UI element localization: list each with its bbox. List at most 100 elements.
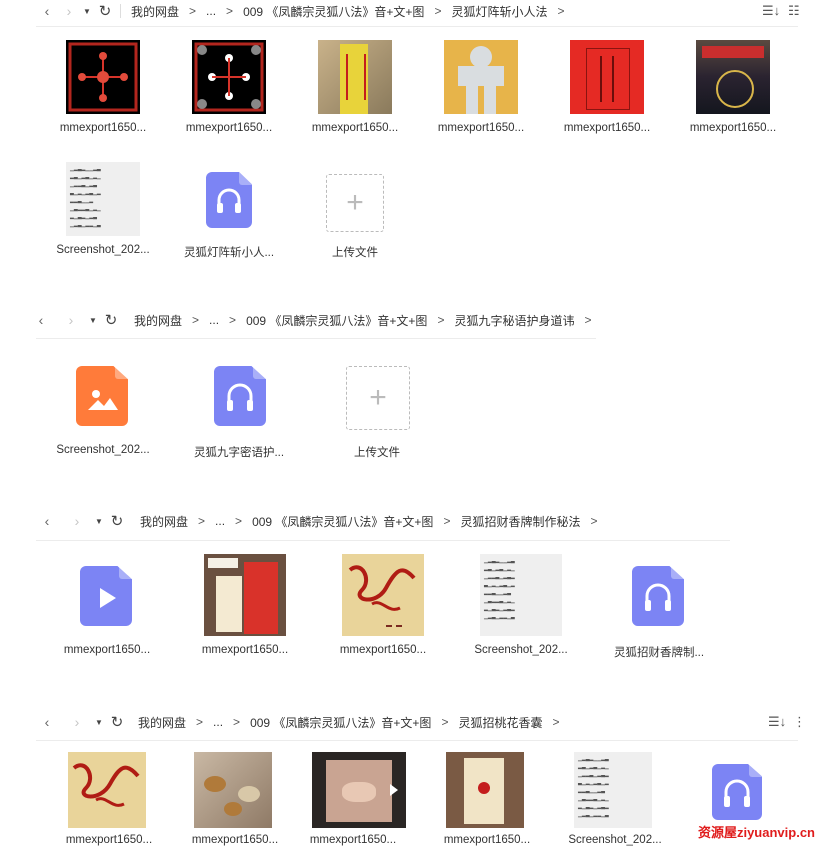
plus-icon[interactable]: +	[346, 366, 410, 430]
list-view-icon[interactable]: ☷	[788, 3, 800, 19]
upload-label: 上传文件	[354, 447, 400, 459]
breadcrumb-folder[interactable]: 009 《凤麟宗灵狐八法》音+文+图	[244, 312, 429, 329]
file-thumbnail: ▁▂▃▂▁▁▂▃ ▂▃▁▂▃▁▂▁ ▁▂▂▃▁▂▃▂ ▃▁▂▁▂▃▁▂ ▂▂▃▁▁▂▃ ▁…	[480, 554, 562, 636]
file-thumbnail	[312, 752, 406, 828]
file-tile[interactable]: mmexport1650...	[174, 38, 284, 148]
file-thumbnail: ▁▂▃▂▁▁▂▃ ▂▃▁▂▃▁▂▁ ▁▂▂▃▁▂▃▂ ▃▁▂▁▂▃▁▂ ▂▂▃▁▁▂▃ ▁…	[574, 752, 652, 828]
file-name: mmexport1650...	[443, 834, 531, 846]
breadcrumb-root[interactable]: 我的网盘	[138, 513, 190, 530]
breadcrumb-ellipsis[interactable]: ...	[204, 4, 218, 18]
video-file-icon	[80, 566, 132, 626]
breadcrumb-current[interactable]: 灵狐招桃花香囊	[456, 714, 544, 731]
file-tile[interactable]: mmexport1650...	[678, 38, 788, 148]
refresh-icon[interactable]: ↻	[106, 713, 128, 731]
file-tile[interactable]: Screenshot_202...	[48, 362, 158, 472]
file-thumbnail	[192, 40, 266, 114]
breadcrumb-folder[interactable]: 009 《凤麟宗灵狐八法》音+文+图	[248, 714, 433, 731]
file-tile[interactable]: mmexport1650...	[298, 750, 408, 850]
history-dropdown-icon[interactable]: ▼	[92, 517, 106, 526]
sort-icon[interactable]: ☰↓	[768, 714, 786, 730]
breadcrumb-ellipsis[interactable]: ...	[213, 514, 227, 528]
file-tile[interactable]: mmexport1650...	[190, 552, 300, 662]
forward-icon[interactable]: ›	[60, 312, 82, 328]
file-name: mmexport1650...	[191, 834, 279, 846]
upload-tile[interactable]: + 上传文件	[300, 160, 410, 270]
file-name: Screenshot_202...	[56, 444, 150, 456]
file-thumbnail	[446, 752, 524, 828]
file-tile[interactable]: mmexport1650...	[328, 552, 438, 662]
audio-file-icon	[712, 764, 762, 820]
refresh-icon[interactable]: ↻	[94, 2, 116, 20]
file-name: 灵狐灯阵斩小人...	[183, 247, 275, 259]
history-dropdown-icon[interactable]: ▼	[86, 316, 100, 325]
chevron-right-icon: >	[584, 313, 592, 327]
divider	[36, 26, 798, 27]
file-tile[interactable]: 灵狐九字密语护...	[184, 362, 294, 472]
chevron-right-icon: >	[557, 4, 565, 18]
file-tile[interactable]: mmexport1650...	[52, 552, 162, 662]
file-thumbnail	[570, 40, 644, 114]
back-icon[interactable]: ‹	[36, 714, 58, 730]
file-name: Screenshot_202...	[474, 644, 568, 656]
back-icon[interactable]: ‹	[36, 3, 58, 19]
breadcrumb-root[interactable]: 我的网盘	[129, 3, 181, 20]
file-name: mmexport1650...	[563, 122, 651, 134]
file-tile[interactable]: ▁▂▃▂▁▁▂▃ ▂▃▁▂▃▁▂▁ ▁▂▂▃▁▂▃▂ ▃▁▂▁▂▃▁▂ ▂▂▃▁▁▂▃ ▁…	[560, 750, 670, 850]
file-thumbnail	[66, 40, 140, 114]
file-thumbnail: ▁▂▃▂▁▁▂▃ ▂▃▁▂▃▁▂▁ ▁▂▂▃▁▂▃ ▃▁▂▁▂▃▁▂ ▂▂▃▁▁▂ ▁▃▂…	[66, 162, 140, 236]
refresh-icon[interactable]: ↻	[106, 512, 128, 530]
file-thumbnail	[444, 40, 518, 114]
back-icon[interactable]: ‹	[36, 513, 58, 529]
play-icon	[390, 784, 398, 796]
upload-tile[interactable]: + 上传文件	[322, 362, 432, 472]
back-icon[interactable]: ‹	[30, 312, 52, 328]
sort-icon[interactable]: ☰↓	[762, 3, 780, 19]
file-tile[interactable]: mmexport1650...	[180, 750, 290, 850]
divider	[36, 740, 798, 741]
plus-icon[interactable]: +	[326, 174, 384, 232]
divider	[120, 4, 121, 18]
file-name: mmexport1650...	[437, 122, 525, 134]
breadcrumb-bar-1: ‹ › ▼ ↻ 我的网盘 > ... > 009 《凤麟宗灵狐八法》音+文+图 …	[36, 0, 572, 22]
breadcrumb-current[interactable]: 灵狐灯阵斩小人法	[449, 3, 549, 20]
breadcrumb-bar-3: ‹ › ▼ ↻ 我的网盘 > ... > 009 《凤麟宗灵狐八法》音+文+图 …	[36, 510, 605, 532]
breadcrumb-root[interactable]: 我的网盘	[136, 714, 188, 731]
refresh-icon[interactable]: ↻	[100, 311, 122, 329]
breadcrumb-folder[interactable]: 009 《凤麟宗灵狐八法》音+文+图	[241, 3, 426, 20]
divider	[36, 338, 596, 339]
history-dropdown-icon[interactable]: ▼	[92, 718, 106, 727]
breadcrumb-root[interactable]: 我的网盘	[132, 312, 184, 329]
file-tile[interactable]: 灵狐招财香牌制...	[604, 552, 714, 662]
file-tile[interactable]: mmexport1650...	[54, 750, 164, 850]
chevron-right-icon: >	[196, 715, 204, 729]
chevron-right-icon: >	[590, 514, 598, 528]
forward-icon[interactable]: ›	[66, 714, 88, 730]
breadcrumb-bar-4: ‹ › ▼ ↻ 我的网盘 > ... > 009 《凤麟宗灵狐八法》音+文+图 …	[36, 711, 567, 733]
file-tile[interactable]: mmexport1650...	[552, 38, 662, 148]
file-name: Screenshot_202...	[56, 244, 150, 256]
forward-icon[interactable]: ›	[58, 3, 80, 19]
chevron-right-icon: >	[552, 715, 560, 729]
more-icon[interactable]: ⋮	[793, 714, 806, 730]
breadcrumb-folder[interactable]: 009 《凤麟宗灵狐八法》音+文+图	[250, 513, 435, 530]
breadcrumb-current[interactable]: 灵狐招财香牌制作秘法	[458, 513, 582, 530]
breadcrumb-current[interactable]: 灵狐九字秘语护身道讳	[452, 312, 576, 329]
file-tile[interactable]: mmexport1650...	[300, 38, 410, 148]
chevron-right-icon: >	[229, 313, 237, 327]
file-tile[interactable]: mmexport1650...	[426, 38, 536, 148]
file-tile[interactable]: ▁▂▃▂▁▁▂▃ ▂▃▁▂▃▁▂▁ ▁▂▂▃▁▂▃ ▃▁▂▁▂▃▁▂ ▂▂▃▁▁▂ ▁▃▂…	[48, 160, 158, 270]
file-tile[interactable]: ▁▂▃▂▁▁▂▃ ▂▃▁▂▃▁▂▁ ▁▂▂▃▁▂▃▂ ▃▁▂▁▂▃▁▂ ▂▂▃▁▁▂▃ ▁…	[466, 552, 576, 662]
file-tile[interactable]: 灵狐灯阵斩小人...	[174, 160, 284, 270]
file-thumbnail	[696, 40, 770, 114]
divider	[36, 540, 730, 541]
file-name: 灵狐招财香牌制...	[613, 647, 705, 659]
file-tile[interactable]: mmexport1650...	[432, 750, 542, 850]
breadcrumb-ellipsis[interactable]: ...	[207, 313, 221, 327]
audio-file-icon	[206, 172, 252, 228]
history-dropdown-icon[interactable]: ▼	[80, 7, 94, 16]
forward-icon[interactable]: ›	[66, 513, 88, 529]
upload-label: 上传文件	[332, 247, 378, 259]
chevron-right-icon: >	[189, 4, 197, 18]
file-tile[interactable]: mmexport1650...	[48, 38, 158, 148]
breadcrumb-ellipsis[interactable]: ...	[211, 715, 225, 729]
